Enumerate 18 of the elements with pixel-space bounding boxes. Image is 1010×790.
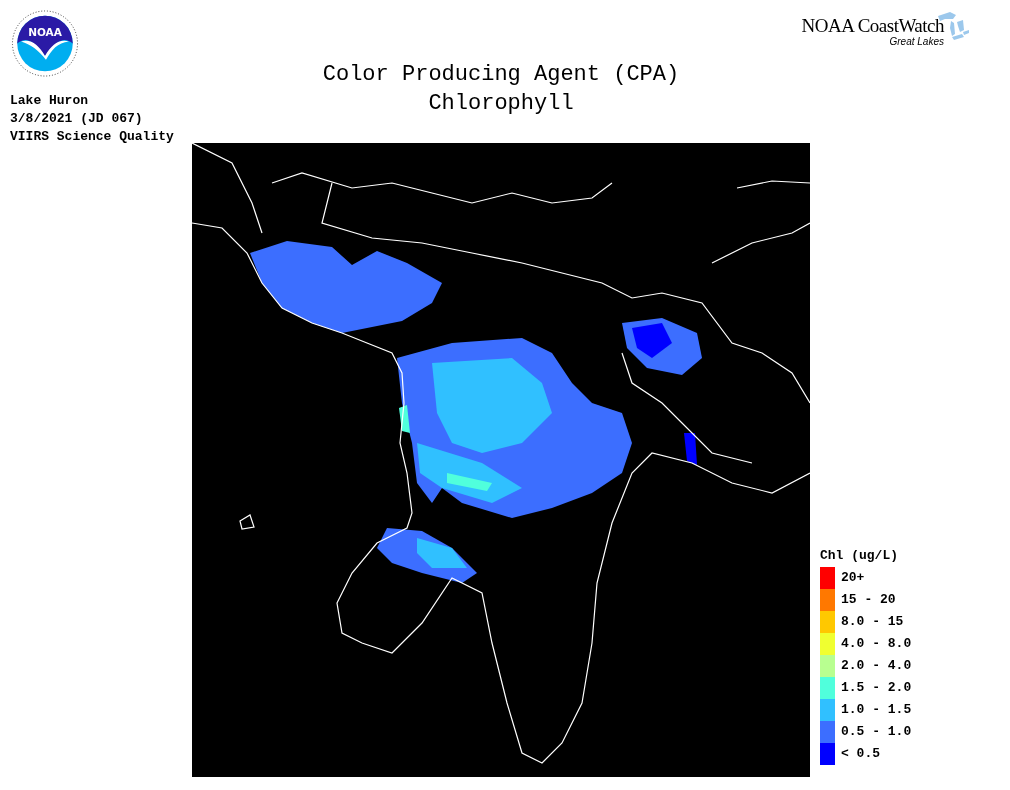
brand-name: NOAA CoastWatch [801, 16, 944, 36]
legend-label: 1.0 - 1.5 [841, 701, 912, 719]
legend-label: 8.0 - 15 [841, 613, 904, 631]
legend-label: 4.0 - 8.0 [841, 635, 912, 653]
map-title: Chlorophyll [428, 91, 574, 116]
map-info-text: Lake Huron [10, 94, 89, 107]
legend-label: 2.0 - 4.0 [841, 657, 912, 675]
map-info-text: 3/8/2021 (JD 067) [10, 112, 144, 125]
legend-label: 15 - 20 [841, 591, 896, 609]
legend-label: 1.5 - 2.0 [841, 679, 912, 697]
map-title: Color Producing Agent (CPA) [322, 62, 680, 87]
agency-logo: NOAA [10, 10, 80, 77]
legend-label: 20+ [841, 569, 865, 587]
legend-title: Chl (ug/L) [820, 547, 899, 565]
map-info-text: VIIRS Science Quality [10, 130, 175, 143]
brand-subtitle: Great Lakes [889, 36, 944, 47]
legend-label: < 0.5 [841, 745, 880, 763]
legend-label: 0.5 - 1.0 [841, 723, 912, 741]
